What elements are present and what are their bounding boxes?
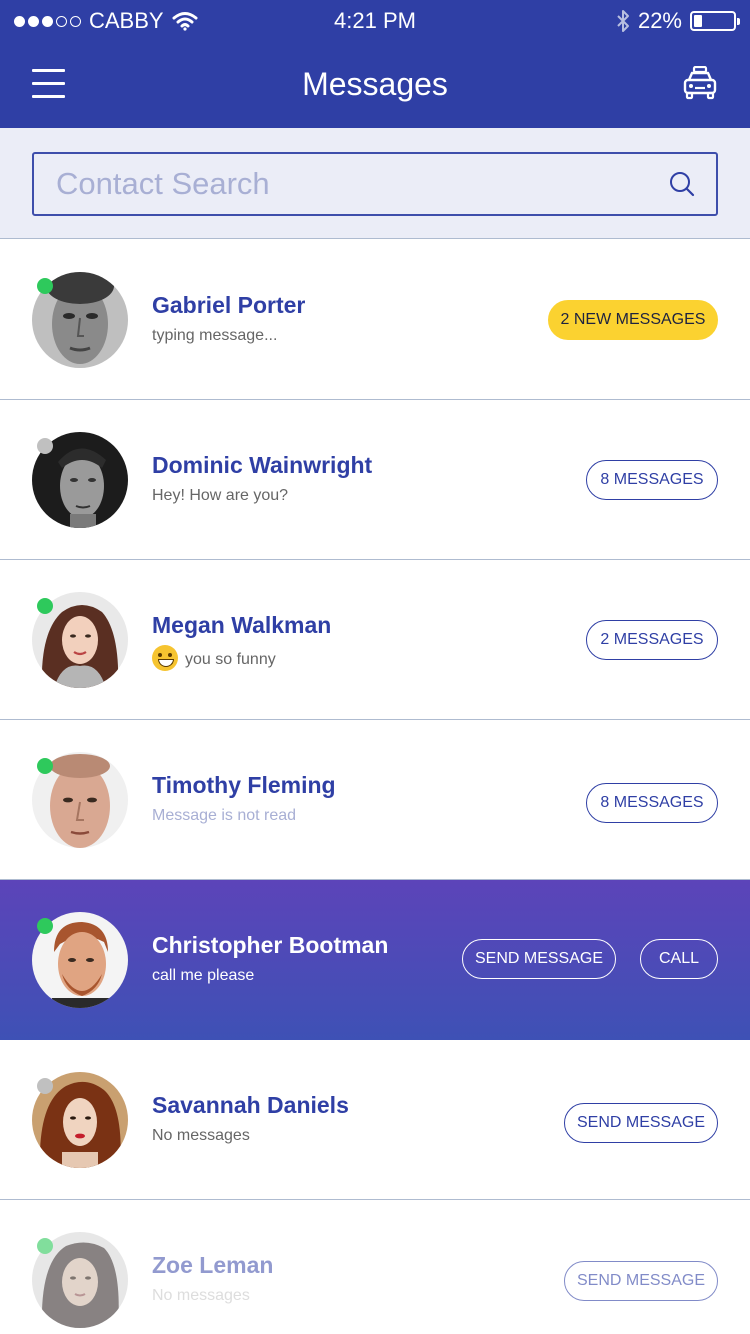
messages-count-button[interactable]: 2 MESSAGES [586,620,718,660]
search-area [0,128,750,239]
contact-row-selected[interactable]: Christopher Bootman call me please SEND … [0,880,750,1040]
contact-last-message: Message is not read [152,807,297,824]
send-message-button[interactable]: SEND MESSAGE [564,1261,718,1301]
contact-search-input[interactable] [56,154,656,214]
contact-name: Dominic Wainwright [152,452,373,478]
contact-row[interactable]: Savannah Daniels No messages SEND MESSAG… [0,1040,750,1200]
offline-status-indicator [37,1078,53,1094]
contact-name: Megan Walkman [152,612,332,638]
contact-name: Zoe Leman [152,1252,274,1278]
contact-name: Savannah Daniels [152,1092,349,1118]
online-status-indicator [37,1238,53,1254]
battery-icon [690,11,740,31]
contact-last-message: No messages [152,1127,250,1144]
contact-last-message-row: you so funny [152,645,276,673]
offline-status-indicator [37,438,53,454]
grinning-emoji-icon [152,645,178,671]
contact-row[interactable]: Timothy Fleming Message is not read 8 ME… [0,720,750,880]
page-title: Messages [302,66,448,102]
search-box[interactable] [32,152,718,216]
status-right-group: 22% [616,8,740,34]
status-bar: CABBY 4:21 PM 22% [0,0,750,40]
bluetooth-icon [617,10,629,32]
messages-count-button[interactable]: 8 MESSAGES [586,460,718,500]
online-status-indicator [37,918,53,934]
send-message-button[interactable]: SEND MESSAGE [462,939,616,979]
contact-row[interactable]: Gabriel Porter typing message... 2 NEW M… [0,240,750,400]
taxi-icon[interactable] [682,66,718,102]
online-status-indicator [37,598,53,614]
contact-row[interactable]: Dominic Wainwright Hey! How are you? 8 M… [0,400,750,560]
call-button[interactable]: CALL [640,939,718,979]
online-status-indicator [37,278,53,294]
battery-percent: 22% [637,8,682,33]
contact-last-message: Hey! How are you? [152,487,289,504]
send-message-button[interactable]: SEND MESSAGE [564,1103,718,1143]
contact-name: Timothy Fleming [152,772,336,798]
online-status-indicator [37,758,53,774]
contact-last-message: call me please [152,967,255,984]
contact-last-message: typing message... [152,327,278,344]
messages-count-button[interactable]: 8 MESSAGES [586,783,718,823]
contact-name: Gabriel Porter [152,292,306,318]
new-messages-badge-button[interactable]: 2 NEW MESSAGES [548,300,718,340]
contact-last-message: No messages [152,1287,250,1304]
contact-row[interactable]: Zoe Leman No messages SEND MESSAGE [0,1200,750,1334]
search-icon[interactable] [668,170,696,198]
contact-last-message: you so funny [185,651,276,669]
navigation-bar: Messages [0,40,750,128]
contact-row[interactable]: Megan Walkman you so funny 2 MESSAGES [0,560,750,720]
contact-name: Christopher Bootman [152,932,389,958]
